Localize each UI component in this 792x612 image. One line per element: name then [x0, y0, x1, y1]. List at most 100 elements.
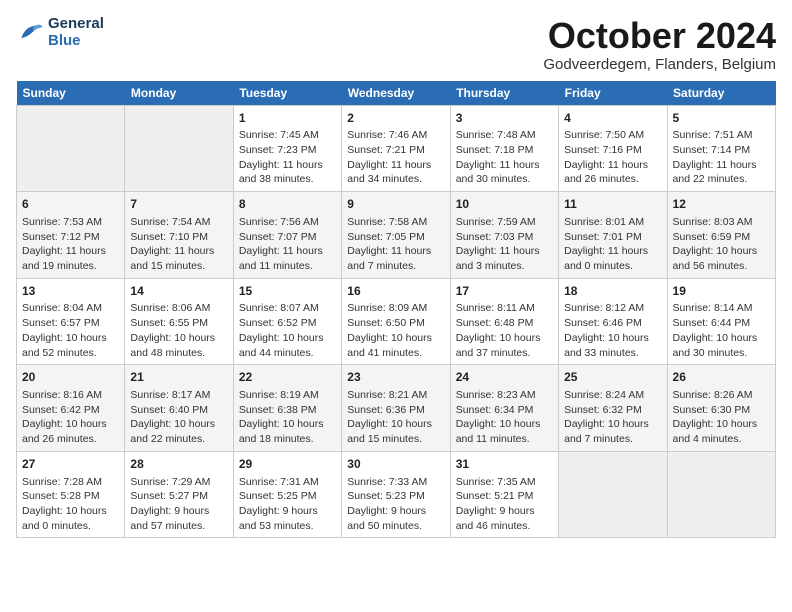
calendar-cell: 12 Sunrise: 8:03 AMSunset: 6:59 PMDayligh… — [667, 192, 775, 279]
day-number: 30 — [347, 456, 444, 473]
day-info: Sunrise: 7:35 AMSunset: 5:21 PMDaylight:… — [456, 475, 553, 534]
day-info: Sunrise: 7:59 AMSunset: 7:03 PMDaylight:… — [456, 215, 553, 274]
calendar-table: SundayMondayTuesdayWednesdayThursdayFrid… — [16, 81, 776, 539]
day-number: 24 — [456, 369, 553, 386]
location: Godveerdegem, Flanders, Belgium — [543, 56, 776, 73]
day-number: 2 — [347, 110, 444, 127]
calendar-cell — [559, 451, 667, 538]
calendar-cell — [125, 105, 233, 192]
day-info: Sunrise: 8:21 AMSunset: 6:36 PMDaylight:… — [347, 388, 444, 447]
day-info: Sunrise: 8:23 AMSunset: 6:34 PMDaylight:… — [456, 388, 553, 447]
day-number: 31 — [456, 456, 553, 473]
calendar-cell: 5Sunrise: 7:51 AMSunset: 7:14 PMDaylight… — [667, 105, 775, 192]
day-info: Sunrise: 7:33 AMSunset: 5:23 PMDaylight:… — [347, 475, 444, 534]
day-number: 19 — [673, 283, 770, 300]
day-info: Sunrise: 7:28 AMSunset: 5:28 PMDaylight:… — [22, 475, 119, 534]
calendar-cell: 7 Sunrise: 7:54 AMSunset: 7:10 PMDaylight… — [125, 192, 233, 279]
calendar-week: 6 Sunrise: 7:53 AMSunset: 7:12 PMDaylight… — [17, 192, 776, 279]
day-info: Sunrise: 7:48 AMSunset: 7:18 PMDaylight:… — [456, 128, 553, 187]
calendar-week: 1Sunrise: 7:45 AMSunset: 7:23 PMDaylight… — [17, 105, 776, 192]
weekday-header: Monday — [125, 81, 233, 106]
month-title: October 2024 — [543, 16, 776, 56]
calendar-cell: 3Sunrise: 7:48 AMSunset: 7:18 PMDaylight… — [450, 105, 558, 192]
calendar-cell: 22Sunrise: 8:19 AMSunset: 6:38 PMDayligh… — [233, 365, 341, 452]
day-number: 17 — [456, 283, 553, 300]
title-block: October 2024 Godveerdegem, Flanders, Bel… — [543, 16, 776, 73]
day-info: Sunrise: 8:07 AMSunset: 6:52 PMDaylight:… — [239, 301, 336, 360]
day-number: 11 — [564, 196, 661, 213]
calendar-cell: 14Sunrise: 8:06 AMSunset: 6:55 PMDayligh… — [125, 278, 233, 365]
day-info: Sunrise: 8:16 AMSunset: 6:42 PMDaylight:… — [22, 388, 119, 447]
day-info: Sunrise: 7:50 AMSunset: 7:16 PMDaylight:… — [564, 128, 661, 187]
day-number: 3 — [456, 110, 553, 127]
day-info: Sunrise: 7:56 AMSunset: 7:07 PMDaylight:… — [239, 215, 336, 274]
calendar-cell: 11Sunrise: 8:01 AMSunset: 7:01 PMDayligh… — [559, 192, 667, 279]
day-info: Sunrise: 8:03 AMSunset: 6:59 PMDaylight:… — [673, 215, 770, 274]
calendar-cell: 8 Sunrise: 7:56 AMSunset: 7:07 PMDaylight… — [233, 192, 341, 279]
day-info: Sunrise: 7:29 AMSunset: 5:27 PMDaylight:… — [130, 475, 227, 534]
day-info: Sunrise: 8:26 AMSunset: 6:30 PMDaylight:… — [673, 388, 770, 447]
calendar-cell — [17, 105, 125, 192]
day-number: 28 — [130, 456, 227, 473]
day-number: 8 — [239, 196, 336, 213]
weekday-header: Sunday — [17, 81, 125, 106]
day-info: Sunrise: 7:51 AMSunset: 7:14 PMDaylight:… — [673, 128, 770, 187]
calendar-cell: 1Sunrise: 7:45 AMSunset: 7:23 PMDaylight… — [233, 105, 341, 192]
day-number: 16 — [347, 283, 444, 300]
day-number: 14 — [130, 283, 227, 300]
calendar-cell: 6 Sunrise: 7:53 AMSunset: 7:12 PMDaylight… — [17, 192, 125, 279]
day-number: 23 — [347, 369, 444, 386]
day-info: Sunrise: 7:54 AMSunset: 7:10 PMDaylight:… — [130, 215, 227, 274]
day-number: 10 — [456, 196, 553, 213]
day-number: 4 — [564, 110, 661, 127]
day-info: Sunrise: 8:04 AMSunset: 6:57 PMDaylight:… — [22, 301, 119, 360]
day-number: 18 — [564, 283, 661, 300]
calendar-cell: 13Sunrise: 8:04 AMSunset: 6:57 PMDayligh… — [17, 278, 125, 365]
day-info: Sunrise: 8:14 AMSunset: 6:44 PMDaylight:… — [673, 301, 770, 360]
calendar-cell: 31 Sunrise: 7:35 AMSunset: 5:21 PMDayligh… — [450, 451, 558, 538]
day-info: Sunrise: 7:53 AMSunset: 7:12 PMDaylight:… — [22, 215, 119, 274]
day-number: 1 — [239, 110, 336, 127]
weekday-header: Saturday — [667, 81, 775, 106]
calendar-cell: 19Sunrise: 8:14 AMSunset: 6:44 PMDayligh… — [667, 278, 775, 365]
logo-text: General Blue — [48, 16, 104, 49]
calendar-cell: 26Sunrise: 8:26 AMSunset: 6:30 PMDayligh… — [667, 365, 775, 452]
day-info: Sunrise: 7:31 AMSunset: 5:25 PMDaylight:… — [239, 475, 336, 534]
day-info: Sunrise: 7:58 AMSunset: 7:05 PMDaylight:… — [347, 215, 444, 274]
weekday-header: Wednesday — [342, 81, 450, 106]
calendar-cell: 4Sunrise: 7:50 AMSunset: 7:16 PMDaylight… — [559, 105, 667, 192]
day-info: Sunrise: 8:12 AMSunset: 6:46 PMDaylight:… — [564, 301, 661, 360]
calendar-cell: 9 Sunrise: 7:58 AMSunset: 7:05 PMDaylight… — [342, 192, 450, 279]
day-number: 21 — [130, 369, 227, 386]
day-info: Sunrise: 8:09 AMSunset: 6:50 PMDaylight:… — [347, 301, 444, 360]
day-number: 29 — [239, 456, 336, 473]
calendar-cell: 2Sunrise: 7:46 AMSunset: 7:21 PMDaylight… — [342, 105, 450, 192]
day-info: Sunrise: 8:17 AMSunset: 6:40 PMDaylight:… — [130, 388, 227, 447]
calendar-cell: 18Sunrise: 8:12 AMSunset: 6:46 PMDayligh… — [559, 278, 667, 365]
calendar-week: 13Sunrise: 8:04 AMSunset: 6:57 PMDayligh… — [17, 278, 776, 365]
day-info: Sunrise: 7:46 AMSunset: 7:21 PMDaylight:… — [347, 128, 444, 187]
day-number: 12 — [673, 196, 770, 213]
day-number: 25 — [564, 369, 661, 386]
header-row: SundayMondayTuesdayWednesdayThursdayFrid… — [17, 81, 776, 106]
weekday-header: Tuesday — [233, 81, 341, 106]
calendar-cell: 10 Sunrise: 7:59 AMSunset: 7:03 PMDayligh… — [450, 192, 558, 279]
calendar-cell: 17Sunrise: 8:11 AMSunset: 6:48 PMDayligh… — [450, 278, 558, 365]
day-number: 6 — [22, 196, 119, 213]
day-info: Sunrise: 8:24 AMSunset: 6:32 PMDaylight:… — [564, 388, 661, 447]
day-number: 9 — [347, 196, 444, 213]
day-number: 15 — [239, 283, 336, 300]
calendar-cell: 24 Sunrise: 8:23 AMSunset: 6:34 PMDayligh… — [450, 365, 558, 452]
day-info: Sunrise: 8:19 AMSunset: 6:38 PMDaylight:… — [239, 388, 336, 447]
calendar-cell: 29 Sunrise: 7:31 AMSunset: 5:25 PMDayligh… — [233, 451, 341, 538]
day-number: 27 — [22, 456, 119, 473]
calendar-cell: 28 Sunrise: 7:29 AMSunset: 5:27 PMDayligh… — [125, 451, 233, 538]
calendar-cell: 21 Sunrise: 8:17 AMSunset: 6:40 PMDayligh… — [125, 365, 233, 452]
day-info: Sunrise: 8:11 AMSunset: 6:48 PMDaylight:… — [456, 301, 553, 360]
day-number: 5 — [673, 110, 770, 127]
page-header: General Blue October 2024 Godveerdegem, … — [16, 16, 776, 73]
day-number: 7 — [130, 196, 227, 213]
calendar-cell: 30 Sunrise: 7:33 AMSunset: 5:23 PMDayligh… — [342, 451, 450, 538]
day-info: Sunrise: 8:06 AMSunset: 6:55 PMDaylight:… — [130, 301, 227, 360]
day-number: 20 — [22, 369, 119, 386]
